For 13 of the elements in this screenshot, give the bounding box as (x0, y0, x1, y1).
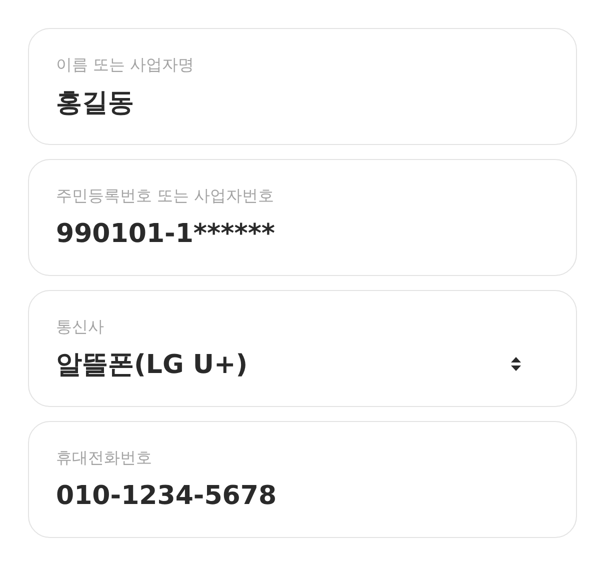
field-value: 알뜰폰(LG U+) (56, 348, 249, 380)
input-field[interactable]: 이름 또는 사업자명 홍길동 (28, 28, 577, 145)
field-value: 990101-1****** (56, 218, 276, 250)
input-field[interactable]: 휴대전화번호 010-1234-5678 (28, 421, 577, 538)
input-field[interactable]: 주민등록번호 또는 사업자번호 990101-1****** (28, 159, 577, 276)
field-label: 이름 또는 사업자명 (56, 54, 196, 74)
field-value: 010-1234-5678 (56, 480, 278, 512)
field-label: 주민등록번호 또는 사업자번호 (56, 186, 276, 206)
carrier-select[interactable]: 통신사 알뜰폰(LG U+) (28, 290, 577, 407)
field-value: 홍길동 (56, 86, 135, 118)
field-label: 휴대전화번호 (56, 448, 153, 468)
sort-arrows-icon (510, 356, 522, 372)
field-label: 통신사 (56, 316, 105, 336)
